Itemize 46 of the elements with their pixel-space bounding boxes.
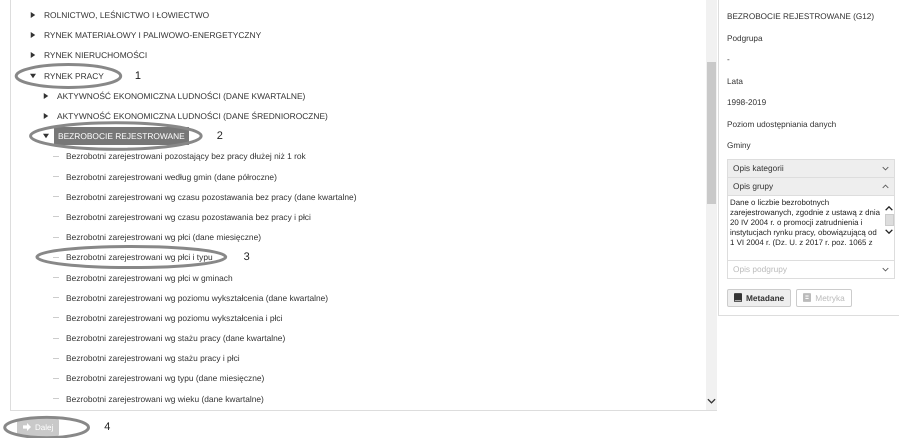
chevron-down-icon [882,166,889,170]
tree-item[interactable]: Bezrobotni zarejestrowani wg czasu pozostawania bez pracy (dane kwartalne) [63,190,360,204]
annotation-number: 4 [104,421,110,433]
field-label: Lata [727,76,744,88]
annotation-number: 1 [134,70,142,82]
scroll-down-icon [885,228,893,234]
scroll-up-icon [885,206,893,210]
tree-item[interactable]: Bezrobotni zarejestrowani wg poziomu wykształcenia i płci [63,310,286,325]
tree-item[interactable]: Bezrobotni zarejestrowani wg płci w gminach [63,270,236,285]
field-value: Gminy [727,140,752,152]
tree-item[interactable]: RYNEK NIERUCHOMOŚCI [41,48,150,62]
scroll-down-icon[interactable] [707,398,716,404]
tree-item[interactable]: Bezrobotni zarejestrowani pozostający bez pracy dłużej niż 1 rok [63,149,309,164]
book-icon [734,293,742,302]
tree-item[interactable]: Bezrobotni zarejestrowani wg typu (dane miesięczne) [63,371,268,386]
scrollbar-thumb[interactable] [884,214,894,226]
tree-item[interactable]: BEZROBOCIE REJESTROWANE [54,127,189,146]
tree-item[interactable]: Bezrobotni zarejestrowani wg poziomu wykształcenia (dane kwartalne) [63,290,332,305]
field-label: Podgrupa [727,32,764,45]
field-label: Poziom udostępniania danych [727,118,838,131]
accordion-title: Opis kategorii [733,163,784,173]
accordion-title: Opis grupy [733,181,774,191]
tree-item[interactable]: Bezrobotni zarejestrowani według gmin (dane półroczne) [63,170,280,184]
chevron-up-icon [882,184,889,188]
arrow-right-icon [23,423,31,431]
tree-item[interactable]: Bezrobotni zarejestrowani wg czasu pozostawania bez pracy i płci [63,210,314,224]
accordion-header[interactable]: Opis grupy [728,178,894,196]
field-value: - [727,54,731,66]
tree-item[interactable]: RYNEK MATERIAŁOWY I PALIWOWO-ENERGETYCZNY [41,28,264,42]
metadata-button[interactable]: Metadane [727,288,792,306]
accordion-header[interactable]: Opis kategorii [728,160,894,178]
accordion-title: Opis podgrupy [733,264,787,274]
tree-item[interactable]: Bezrobotni zarejestrowani wg stażu pracy i płci [63,351,243,366]
group-title: BEZROBOCIE REJESTROWANE (G12) [727,11,876,23]
tree-item[interactable]: ROLNICTWO, LEŚNICTWO I ŁOWIECTWO [41,8,212,22]
field-value: 1998-2019 [727,97,768,109]
chevron-down-icon [882,266,889,272]
scrollbar-thumb[interactable] [707,62,716,204]
tree-item[interactable]: Bezrobotni zarejestrowani wg stażu pracy (dane kwartalne) [63,331,288,346]
annotation-number: 3 [244,251,250,264]
tree-item[interactable]: AKTYWNOŚĆ EKONOMICZNA LUDNOŚCI (DANE KWARTALNE) [54,88,308,103]
document-icon [803,293,812,302]
tree-item[interactable]: AKTYWNOŚĆ EKONOMICZNA LUDNOŚCI (DANE ŚREDNIOROCZNE) [54,109,331,124]
tree-item[interactable]: Bezrobotni zarejestrowani wg płci (dane miesięczne) [63,230,264,244]
annotation-number: 2 [216,130,223,142]
tree-item[interactable]: Bezrobotni zarejestrowani wg wieku (dane kwartalne) [63,392,267,406]
